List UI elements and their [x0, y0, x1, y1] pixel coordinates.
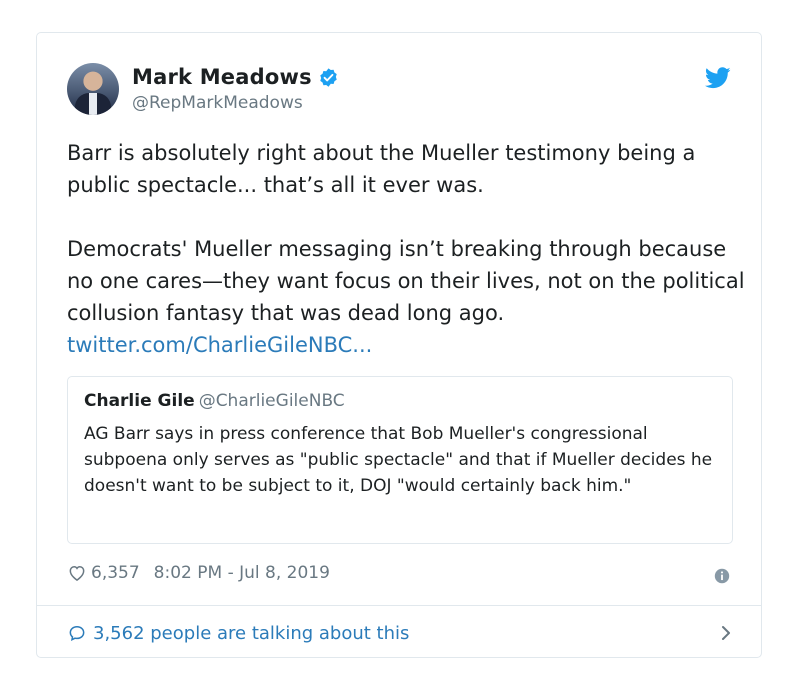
tweet-timestamp[interactable]: 8:02 PM - Jul 8, 2019	[154, 563, 330, 583]
author-display-name[interactable]: Mark Meadows	[132, 65, 312, 89]
tweet-meta: 6,357 8:02 PM - Jul 8, 2019	[67, 563, 330, 583]
quoted-tweet-header: Charlie Gile @CharlieGileNBC	[84, 391, 345, 411]
footer-divider	[37, 605, 761, 606]
tweet-card: Mark Meadows @RepMarkMeadows Barr is abs…	[36, 32, 762, 658]
tweet-body: Barr is absolutely right about the Muell…	[67, 141, 745, 325]
like-count[interactable]: 6,357	[91, 563, 140, 583]
tweet-text: Barr is absolutely right about the Muell…	[67, 137, 747, 361]
talking-count-text: 3,562 people are talking about this	[93, 622, 410, 644]
avatar[interactable]	[67, 63, 119, 115]
quoted-author-handle: @CharlieGileNBC	[198, 391, 345, 411]
conversation-link[interactable]: 3,562 people are talking about this	[67, 619, 733, 647]
info-icon[interactable]	[713, 567, 731, 585]
verified-badge-icon	[320, 67, 337, 87]
heart-icon[interactable]	[67, 563, 87, 583]
tweet-link[interactable]: twitter.com/CharlieGileNBC...	[67, 333, 372, 357]
twitter-bird-icon[interactable]	[705, 67, 731, 89]
quoted-tweet-text: AG Barr says in press conference that Bo…	[84, 424, 713, 496]
avatar-shirt	[89, 93, 97, 115]
quoted-tweet[interactable]: Charlie Gile @CharlieGileNBC AG Barr says…	[67, 376, 733, 544]
quoted-author-name: Charlie Gile	[84, 391, 195, 411]
speech-bubble-icon	[69, 625, 85, 642]
chevron-right-icon	[722, 626, 730, 640]
author-name-row[interactable]: Mark Meadows	[132, 65, 339, 89]
author-handle[interactable]: @RepMarkMeadows	[132, 93, 303, 113]
